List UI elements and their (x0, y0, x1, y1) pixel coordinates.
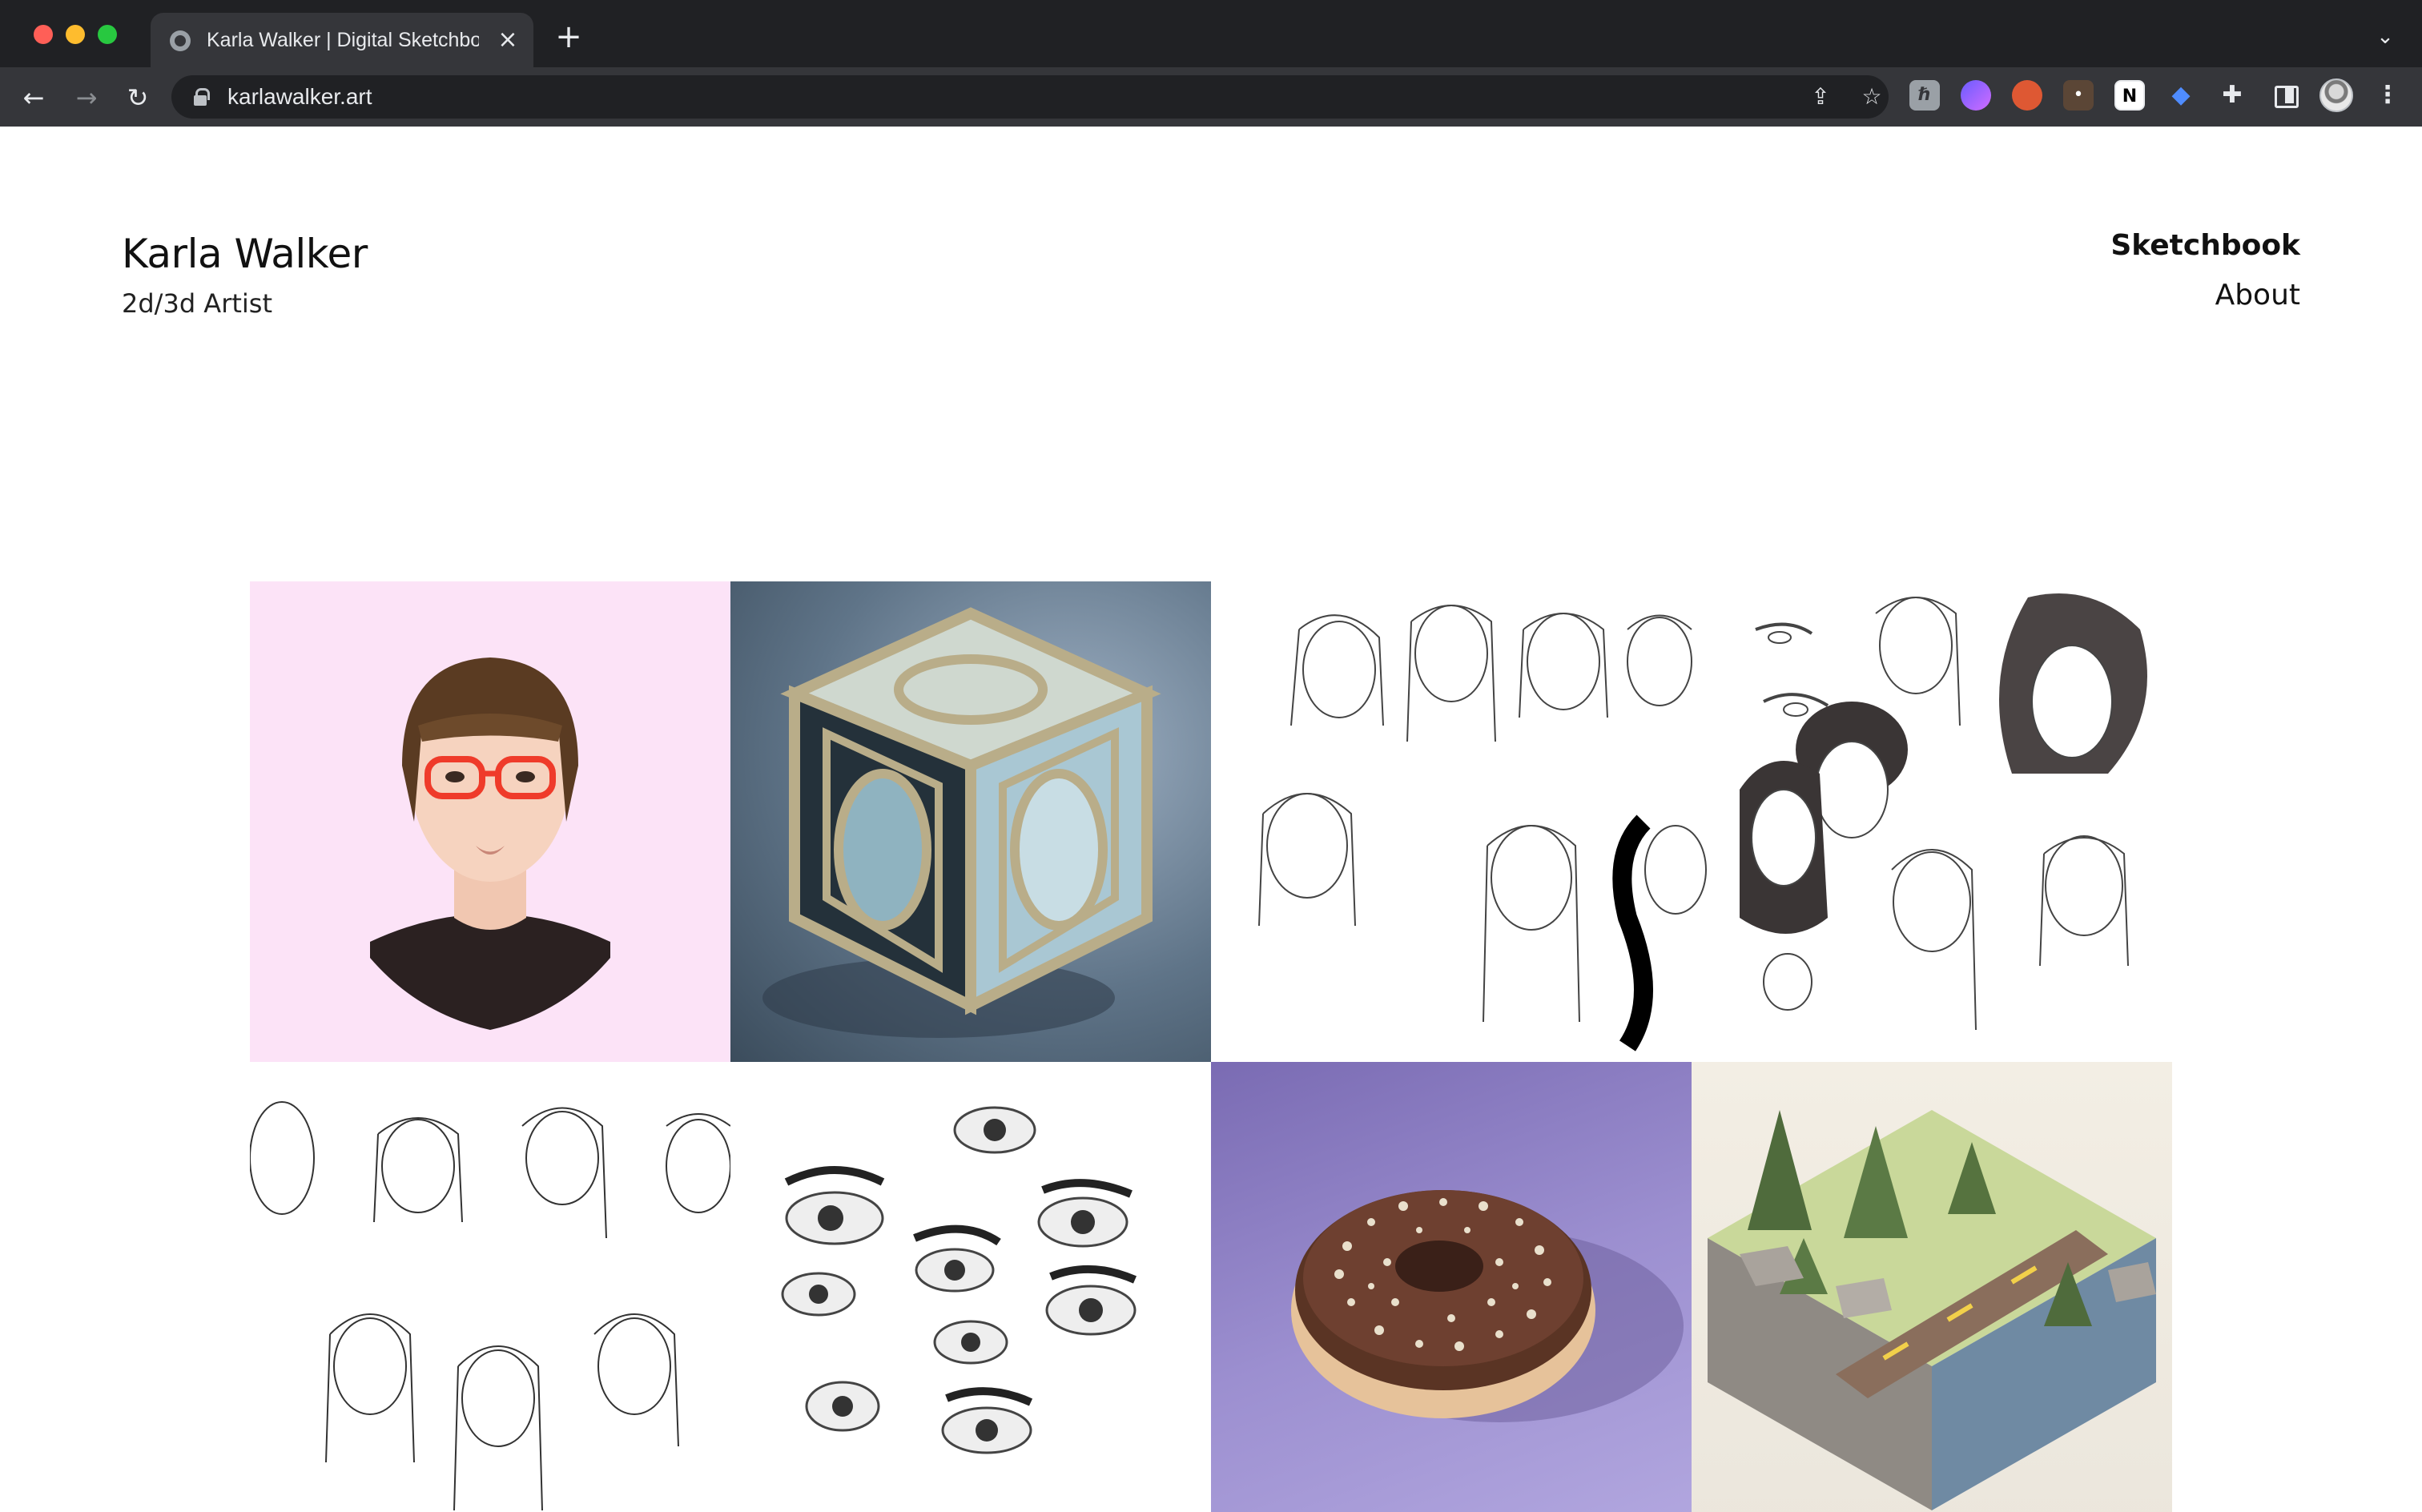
bear-icon[interactable]: • (2063, 80, 2094, 111)
gallery-item-diorama[interactable] (1692, 1062, 2172, 1512)
plus-icon[interactable]: + (553, 21, 585, 53)
back-icon[interactable]: ← (18, 82, 50, 114)
profile-avatar[interactable] (2319, 78, 2353, 112)
menu-icon[interactable]: ⋮ (2372, 80, 2403, 111)
donut-image (1291, 1190, 1684, 1422)
star-icon[interactable]: ☆ (1858, 83, 1885, 111)
diamond-icon[interactable]: ◆ (2166, 80, 2196, 111)
diorama-image (1708, 1110, 2156, 1510)
sidebar-icon[interactable] (2270, 80, 2300, 111)
address-bar[interactable]: karlawalker.art ⇪ ☆ (171, 75, 1889, 119)
page: Karla Walker 2d/3d Artist Sketchbook Abo… (0, 127, 2422, 1512)
gallery-item-face-sketches[interactable] (1211, 581, 2172, 1062)
gallery-item-eye-studies[interactable] (730, 1062, 1211, 1512)
browser-tab[interactable]: Karla Walker | Digital Sketchbook × (151, 13, 533, 67)
close-window-button[interactable] (34, 25, 53, 44)
gallery-item-cube[interactable] (730, 581, 1211, 1062)
globe-icon (170, 30, 191, 51)
extension-icon-1[interactable]: ℏ (1909, 80, 1940, 111)
gallery-item-pencil-portraits[interactable] (250, 1062, 730, 1512)
nav-link-about[interactable]: About (2215, 279, 2300, 312)
tab-strip: Karla Walker | Digital Sketchbook × + ⌄ (0, 0, 2422, 67)
url-text[interactable]: karlawalker.art (227, 82, 372, 112)
lock-icon[interactable] (194, 88, 210, 106)
browser-toolbar: ← → ↻ karlawalker.art ⇪ ☆ (0, 67, 2422, 127)
maximize-window-button[interactable] (98, 25, 117, 44)
portrait-image (370, 657, 610, 1030)
eye-studies-image (781, 1106, 1137, 1454)
minimize-window-button[interactable] (66, 25, 85, 44)
notion-icon[interactable]: N (2114, 80, 2145, 111)
site-name[interactable]: Karla Walker (122, 231, 368, 277)
chevron-down-icon[interactable]: ⌄ (2371, 22, 2400, 51)
face-sketches-image (1258, 593, 2147, 1052)
extension-icon-2[interactable] (1961, 80, 1991, 111)
browser-chrome: Karla Walker | Digital Sketchbook × + ⌄ … (0, 0, 2422, 127)
cube-image (762, 607, 1161, 1038)
nav-link-sketchbook[interactable]: Sketchbook (2110, 229, 2300, 262)
gallery-grid (250, 581, 2172, 1512)
pencil-portraits-image (250, 1101, 730, 1511)
puzzle-icon[interactable]: ✚ (2217, 80, 2247, 111)
forward-icon[interactable]: → (70, 82, 103, 114)
gallery-item-donut[interactable] (1211, 1062, 1692, 1512)
tab-title: Karla Walker | Digital Sketchbook (207, 29, 479, 51)
duckduckgo-icon[interactable] (2012, 80, 2042, 111)
reload-icon[interactable]: ↻ (122, 82, 154, 114)
site-tagline: 2d/3d Artist (122, 288, 272, 319)
gallery-item-portrait[interactable] (250, 581, 730, 1062)
share-icon[interactable]: ⇪ (1807, 83, 1834, 111)
close-icon[interactable]: × (493, 26, 522, 54)
